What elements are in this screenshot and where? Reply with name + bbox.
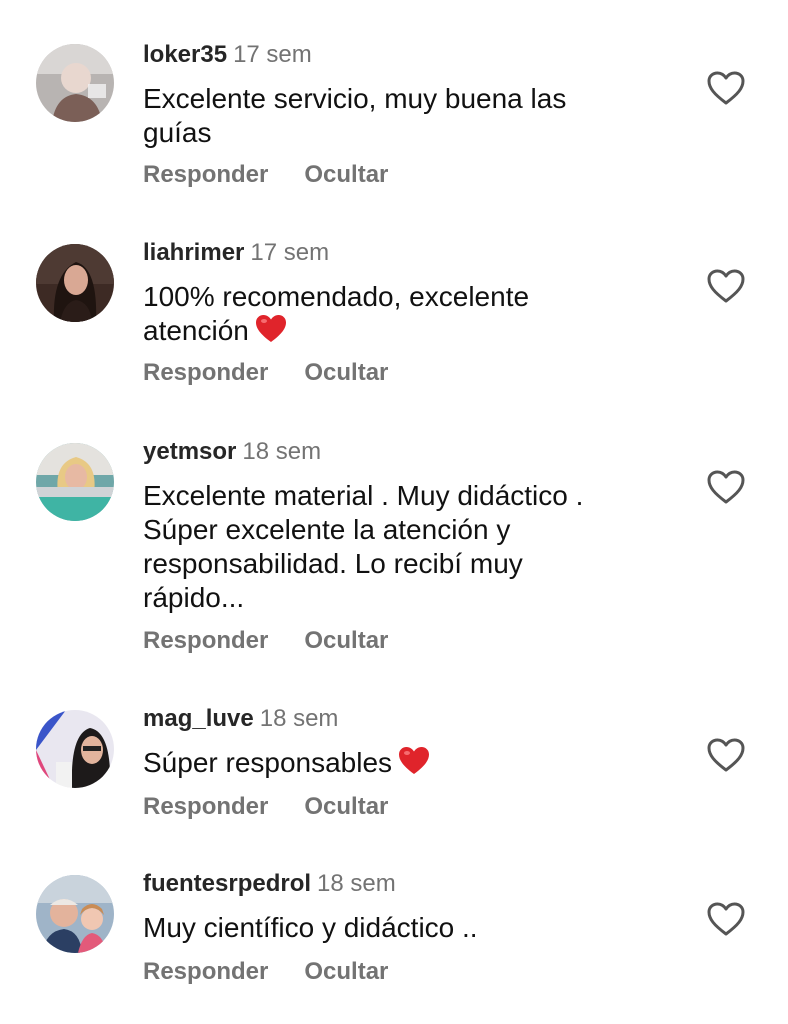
comment-line: responsabilidad. Lo recibí muy — [143, 548, 523, 579]
comment-meta: mag_luve 18 sem — [143, 704, 338, 734]
timestamp: 18 sem — [317, 870, 396, 897]
comment-text: 100% recomendado, excelente atención — [143, 280, 683, 348]
reply-button[interactable]: Responder — [143, 161, 268, 188]
comment-text: Súper responsables — [143, 746, 683, 780]
reply-button[interactable]: Responder — [143, 958, 268, 985]
comment-meta: liahrimer 17 sem — [143, 238, 329, 268]
comment-text: Excelente material . Muy didáctico . Súp… — [143, 479, 683, 615]
comment-text: Muy científico y didáctico .. — [143, 911, 683, 945]
like-button[interactable] — [706, 901, 746, 937]
like-button[interactable] — [706, 737, 746, 773]
timestamp: 17 sem — [233, 41, 312, 68]
heart-outline-icon — [707, 902, 745, 936]
hide-button[interactable]: Ocultar — [304, 161, 388, 188]
timestamp: 18 sem — [259, 705, 339, 732]
comment-line: Súper excelente la atención y — [143, 514, 511, 545]
comment-line: 100% recomendado, excelente — [143, 281, 530, 312]
comment-text: Excelente servicio, muy buena las guías — [143, 82, 683, 150]
comment-meta: loker35 17 sem — [143, 40, 312, 70]
red-heart-emoji-icon — [255, 315, 286, 342]
username[interactable]: yetmsor — [143, 438, 236, 465]
reply-button[interactable]: Responder — [143, 359, 268, 386]
reply-button[interactable]: Responder — [143, 627, 268, 654]
heart-outline-icon — [707, 71, 745, 105]
avatar[interactable] — [36, 710, 114, 788]
heart-outline-icon — [707, 738, 745, 772]
heart-outline-icon — [707, 470, 745, 504]
comment-line: Excelente material . Muy didáctico . — [143, 480, 584, 511]
hide-button[interactable]: Ocultar — [304, 359, 388, 386]
comment-line: Súper responsables — [143, 746, 683, 780]
hide-button[interactable]: Ocultar — [304, 627, 388, 654]
avatar[interactable] — [36, 875, 114, 953]
avatar[interactable] — [36, 244, 114, 322]
comment-line: guías — [143, 117, 212, 148]
username[interactable]: loker35 — [143, 41, 227, 68]
timestamp: 18 sem — [242, 438, 322, 465]
comment-actions: Responder Ocultar — [143, 792, 388, 822]
avatar[interactable] — [36, 443, 114, 521]
hide-button[interactable]: Ocultar — [304, 793, 388, 820]
comment-line-text: atención — [143, 315, 249, 346]
like-button[interactable] — [706, 268, 746, 304]
comment-meta: yetmsor 18 sem — [143, 437, 321, 467]
comment-line: rápido... — [143, 582, 245, 613]
heart-outline-icon — [707, 269, 745, 303]
hide-button[interactable]: Ocultar — [304, 958, 388, 985]
like-button[interactable] — [706, 70, 746, 106]
like-button[interactable] — [706, 469, 746, 505]
comment-actions: Responder Ocultar — [143, 957, 388, 987]
comment-line-text: Súper responsables — [143, 747, 393, 778]
avatar[interactable] — [36, 44, 114, 122]
reply-button[interactable]: Responder — [143, 793, 268, 820]
comment-actions: Responder Ocultar — [143, 358, 388, 388]
comment-actions: Responder Ocultar — [143, 626, 388, 656]
username[interactable]: mag_luve — [143, 705, 254, 732]
comment-line: atención — [143, 314, 683, 348]
comment-line: Excelente servicio, muy buena las — [143, 83, 567, 114]
username[interactable]: fuentesrpedrol — [143, 870, 311, 897]
comment-meta: fuentesrpedrol 18 sem — [143, 869, 396, 899]
comment-actions: Responder Ocultar — [143, 160, 388, 190]
comment-line: Muy científico y didáctico .. — [143, 912, 478, 943]
red-heart-emoji-icon — [399, 747, 430, 774]
username[interactable]: liahrimer — [143, 239, 244, 266]
timestamp: 17 sem — [250, 239, 330, 266]
